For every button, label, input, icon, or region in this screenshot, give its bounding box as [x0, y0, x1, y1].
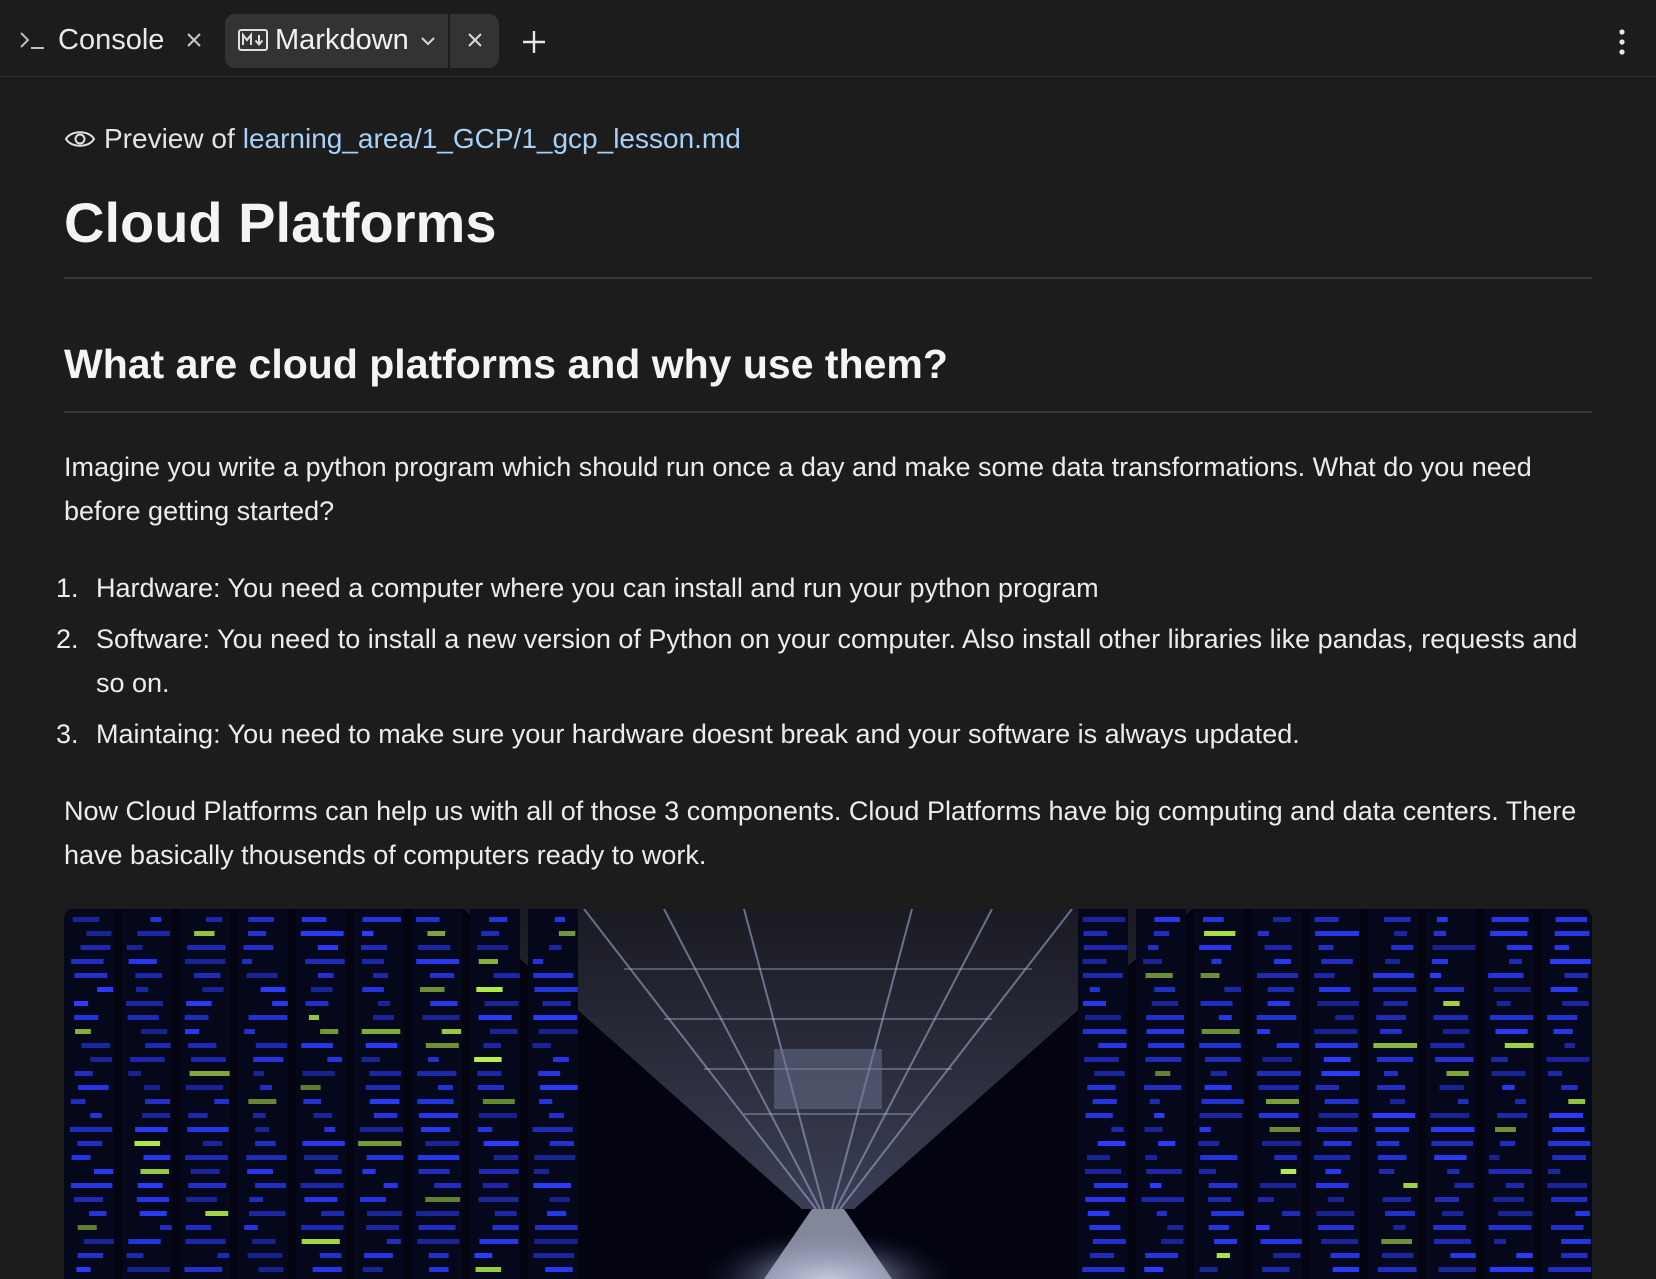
page-title: Cloud Platforms [64, 191, 497, 254]
list-item: 3. Maintaing: You need to make sure your … [56, 712, 1592, 756]
list-number: 3. [56, 719, 79, 749]
preview-prefix: Preview of [104, 123, 235, 154]
section-heading: What are cloud platforms and why use the… [64, 341, 948, 387]
datacenter-image [64, 909, 1592, 1279]
list-number: 1. [56, 573, 79, 603]
plus-icon[interactable] [518, 26, 550, 58]
list-number: 2. [56, 624, 79, 654]
tab-console-label: Console [58, 23, 165, 56]
markdown-icon [238, 29, 268, 51]
tab-markdown[interactable]: Markdown [225, 14, 499, 68]
terminal-prompt-icon [20, 32, 44, 49]
file-path-link[interactable]: learning_area/1_GCP/1_gcp_lesson.md [243, 123, 741, 155]
markdown-preview-window: Console Markdown Preview of learning_are… [0, 6, 1656, 1279]
list-text: Hardware: You need a computer where you … [96, 573, 1099, 603]
tab-console[interactable]: Console [14, 14, 214, 66]
tab-markdown-label: Markdown [275, 24, 409, 56]
intro-paragraph: Imagine you write a python program which… [64, 452, 1532, 526]
divider [64, 411, 1592, 413]
tab-divider [448, 14, 450, 68]
datacenter-illustration [64, 909, 1592, 1279]
preview-header: Preview of learning_area/1_GCP/1_gcp_les… [64, 123, 741, 155]
requirements-list: 1. Hardware: You need a computer where yo… [56, 566, 1592, 763]
close-icon[interactable] [461, 26, 489, 54]
list-item: 2. Software: You need to install a new ve… [56, 617, 1592, 705]
outro-paragraph: Now Cloud Platforms can help us with all… [64, 796, 1577, 870]
list-text: Software: You need to install a new vers… [96, 624, 1578, 698]
list-text: Maintaing: You need to make sure your ha… [96, 719, 1300, 749]
more-options-icon[interactable] [1610, 26, 1634, 58]
divider [64, 277, 1592, 279]
list-item: 1. Hardware: You need a computer where yo… [56, 566, 1592, 610]
close-icon[interactable] [180, 26, 208, 54]
chevron-down-icon[interactable] [417, 30, 439, 52]
eye-icon [64, 131, 96, 147]
tab-bar: Console Markdown [0, 6, 1656, 77]
